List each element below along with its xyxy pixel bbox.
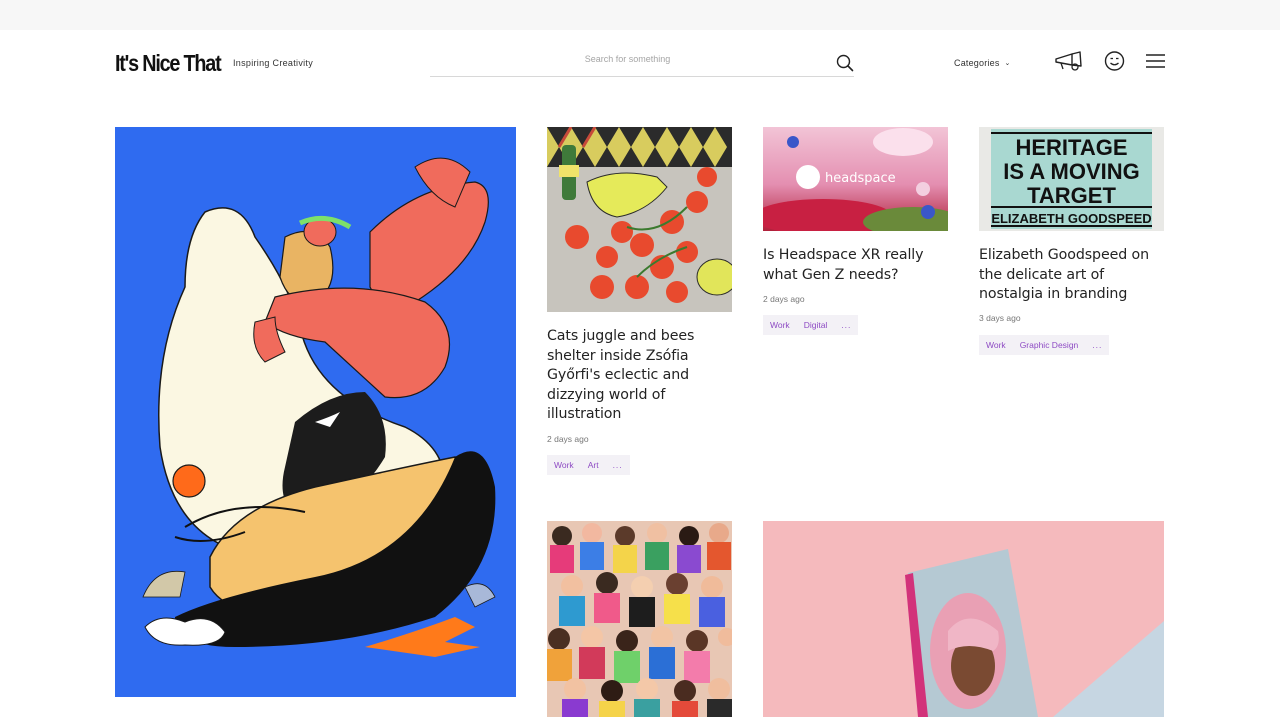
tag-digital[interactable]: Digital xyxy=(796,315,835,335)
tag-art[interactable]: Art xyxy=(580,455,606,475)
article-date: 2 days ago xyxy=(763,294,805,304)
top-strip xyxy=(0,0,1280,30)
article-image-zsofia[interactable] xyxy=(547,127,732,312)
feature-article-image[interactable] xyxy=(115,127,516,697)
hamburger-menu-icon[interactable] xyxy=(1145,50,1166,74)
heritage-poster: HERITAGE IS A MOVING TARGET ELIZABETH GO… xyxy=(979,127,1164,231)
tag-work[interactable]: Work xyxy=(547,455,581,475)
poster-line-2: IS A MOVING xyxy=(1003,159,1140,184)
tag-more[interactable]: ... xyxy=(605,455,630,475)
smiley-icon[interactable] xyxy=(1104,50,1126,74)
categories-label: Categories xyxy=(954,58,1000,68)
feature-illustration xyxy=(115,127,516,697)
site-logo[interactable]: It's Nice That xyxy=(115,50,222,77)
poster-author: ELIZABETH GOODSPEED xyxy=(991,211,1151,226)
search-bar xyxy=(430,46,854,77)
book-photo xyxy=(763,521,1164,717)
site-tagline: Inspiring Creativity xyxy=(233,58,314,68)
poster-line-3: TARGET xyxy=(1027,183,1116,208)
tag-more[interactable]: ... xyxy=(1085,335,1110,355)
megaphone-icon[interactable] xyxy=(1054,50,1084,74)
headspace-logo-text: headspace xyxy=(825,171,896,186)
article-tags: Work Graphic Design ... xyxy=(979,335,1110,355)
article-title[interactable]: Is Headspace XR really what Gen Z needs? xyxy=(763,246,948,285)
article-date: 3 days ago xyxy=(979,313,1021,323)
headspace-illustration: headspace xyxy=(763,127,948,231)
tag-more[interactable]: ... xyxy=(834,315,859,335)
article-image-headspace[interactable]: headspace xyxy=(763,127,948,231)
article-image-book[interactable] xyxy=(763,521,1164,717)
categories-dropdown[interactable]: Categories ⌄ xyxy=(954,58,1011,68)
article-tags: Work Art ... xyxy=(547,455,630,475)
search-icon[interactable] xyxy=(836,54,854,72)
article-tags: Work Digital ... xyxy=(763,315,859,335)
zsofia-illustration xyxy=(547,127,732,312)
article-title[interactable]: Cats juggle and bees shelter inside Zsóf… xyxy=(547,327,732,425)
crowd-illustration xyxy=(547,521,732,717)
tag-graphic-design[interactable]: Graphic Design xyxy=(1012,335,1086,355)
chevron-down-icon: ⌄ xyxy=(1004,60,1011,67)
article-title[interactable]: Elizabeth Goodspeed on the delicate art … xyxy=(979,246,1164,305)
article-image-goodspeed[interactable]: HERITAGE IS A MOVING TARGET ELIZABETH GO… xyxy=(979,127,1164,231)
tag-work[interactable]: Work xyxy=(979,335,1013,355)
article-date: 2 days ago xyxy=(547,434,589,444)
tag-work[interactable]: Work xyxy=(763,315,797,335)
article-image-crowd[interactable] xyxy=(547,521,732,717)
search-input[interactable] xyxy=(430,54,825,64)
site-header: It's Nice That Inspiring Creativity Cate… xyxy=(0,30,1280,96)
poster-line-1: HERITAGE xyxy=(1015,135,1127,160)
